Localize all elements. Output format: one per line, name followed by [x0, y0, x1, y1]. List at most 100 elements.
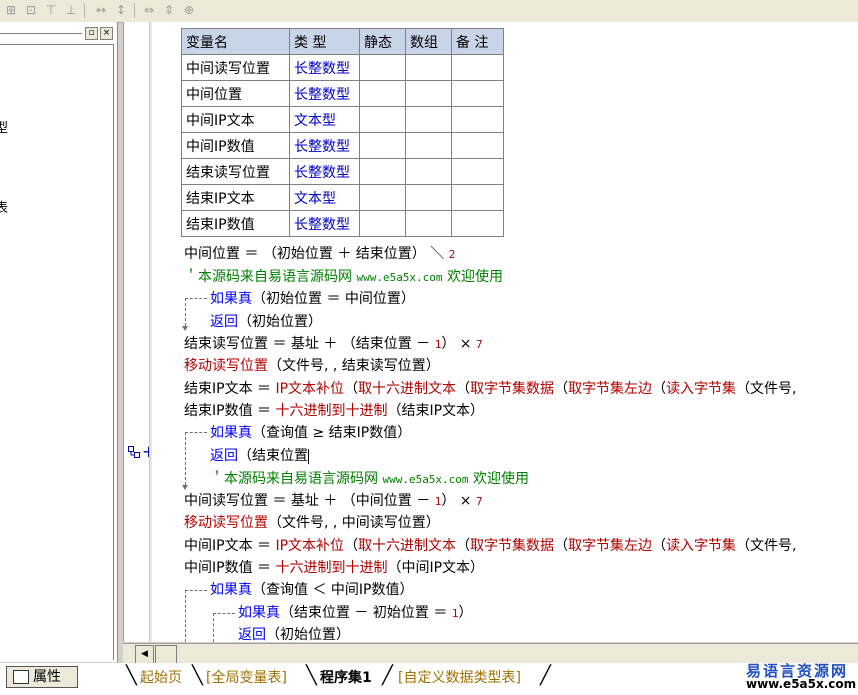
tab-global-vars[interactable]: [全局变量表] [206, 667, 287, 689]
var-static-cell[interactable] [359, 80, 406, 107]
table-row[interactable]: 中间IP数值 长整数型 [181, 132, 504, 159]
center-icon[interactable]: ⊕ [180, 2, 198, 18]
scroll-left-icon[interactable]: ◀ [135, 645, 154, 664]
var-type-cell[interactable]: 长整数型 [289, 54, 360, 81]
var-static-cell[interactable] [359, 106, 406, 133]
tab-start-page[interactable]: 起始页 [140, 667, 182, 689]
var-static-cell[interactable] [359, 210, 406, 237]
var-static-cell[interactable] [359, 54, 406, 81]
var-type-cell[interactable]: 文本型 [289, 106, 360, 133]
code-text: （ [344, 538, 359, 554]
var-remark-cell[interactable] [451, 106, 504, 133]
code-line[interactable]: 如果真（查询值 ＜ 中间IP数值） [210, 579, 413, 599]
code-text: 中间IP数值 ＝ [184, 560, 276, 576]
var-type-cell[interactable]: 长整数型 [289, 210, 360, 237]
local-variable-table[interactable]: 变量名 类 型 静态 数组 备 注 中间读写位置 长整数型 中间位置 长整数型 … [181, 28, 504, 237]
flow-line [185, 298, 207, 299]
var-array-cell[interactable] [405, 210, 452, 237]
scroll-thumb[interactable] [155, 645, 177, 664]
code-line[interactable]: 移动读写位置（文件号, , 结束读写位置） [184, 355, 440, 375]
left-panel-tree[interactable]: 型 表 [0, 44, 114, 660]
code-line[interactable]: 移动读写位置（文件号, , 中间读写位置） [184, 512, 440, 532]
var-type-cell[interactable]: 长整数型 [289, 132, 360, 159]
var-name-cell[interactable]: 结束读写位置 [181, 158, 290, 185]
header-type: 类 型 [289, 28, 360, 55]
function-name: 取十六进制文本 [358, 538, 457, 554]
var-array-cell[interactable] [405, 106, 452, 133]
properties-tab[interactable]: 属性 [6, 666, 78, 688]
code-text: （ [554, 538, 569, 554]
code-line[interactable]: 返回（初始位置） [210, 311, 322, 331]
same-height-icon[interactable]: ↕ [112, 2, 130, 18]
table-row[interactable]: 结束IP文本 文本型 [181, 184, 504, 211]
code-line-active[interactable]: 返回（结束位置 [210, 445, 309, 465]
code-line[interactable]: 中间位置 ＝ （初始位置 ＋ 结束位置） ＼ 2 [184, 243, 455, 263]
var-name-cell[interactable]: 中间读写位置 [181, 54, 290, 81]
align-top-icon[interactable]: ⊤ [42, 2, 60, 18]
comment-url: www.e5a5x.com [356, 271, 443, 284]
hspace-icon[interactable]: ⇔ [140, 2, 158, 18]
code-text: （文件号, , 中间读写位置） [268, 515, 440, 531]
restore-icon[interactable]: ▫ [85, 27, 98, 40]
close-icon[interactable]: × [100, 27, 113, 40]
var-array-cell[interactable] [405, 184, 452, 211]
table-row[interactable]: 中间位置 长整数型 [181, 80, 504, 107]
var-static-cell[interactable] [359, 132, 406, 159]
var-name-cell[interactable]: 结束IP文本 [181, 184, 290, 211]
tree-item-fragment[interactable]: 表 [0, 197, 8, 216]
breakpoint-marker-icon[interactable] [128, 446, 140, 458]
code-line[interactable]: 结束IP数值 ＝ 十六进制到十进制（结束IP文本） [184, 400, 484, 420]
var-array-cell[interactable] [405, 54, 452, 81]
var-remark-cell[interactable] [451, 80, 504, 107]
code-comment-line[interactable]: ＇本源码来自易语言源码网 www.e5a5x.com 欢迎使用 [210, 468, 529, 488]
var-array-cell[interactable] [405, 158, 452, 185]
var-remark-cell[interactable] [451, 158, 504, 185]
code-text: （初始位置 ＝ 中间位置） [252, 291, 415, 307]
var-array-cell[interactable] [405, 80, 452, 107]
var-remark-cell[interactable] [451, 132, 504, 159]
var-type-cell[interactable]: 文本型 [289, 184, 360, 211]
function-name: 移动读写位置 [184, 515, 268, 531]
left-panel-grip[interactable] [0, 33, 82, 35]
code-editor[interactable]: 变量名 类 型 静态 数组 备 注 中间读写位置 长整数型 中间位置 长整数型 … [152, 22, 858, 642]
code-line[interactable]: 中间读写位置 ＝ 基址 ＋ （中间位置 － 1） × 7 [184, 490, 483, 510]
tab-program-set-1[interactable]: 程序集1 [320, 667, 372, 689]
tab-custom-types[interactable]: [自定义数据类型表] [398, 667, 521, 689]
var-remark-cell[interactable] [451, 210, 504, 237]
tab-divider: ╱ [382, 665, 393, 686]
align-center-icon[interactable]: ⊡ [22, 2, 40, 18]
align-left-icon[interactable]: ⊞ [2, 2, 20, 18]
var-remark-cell[interactable] [451, 54, 504, 81]
code-line[interactable]: 中间IP文本 ＝ IP文本补位（取十六进制文本（取字节集数据（取字节集左边（读入… [184, 535, 797, 555]
flow-arrow-icon [182, 326, 188, 331]
code-line[interactable]: 如果真（结束位置 － 初始位置 ＝ 1） [238, 602, 472, 622]
var-type-cell[interactable]: 长整数型 [289, 158, 360, 185]
code-text: （ [652, 381, 667, 397]
code-line[interactable]: 结束IP文本 ＝ IP文本补位（取十六进制文本（取字节集数据（取字节集左边（读入… [184, 378, 797, 398]
align-bottom-icon[interactable]: ⊥ [62, 2, 80, 18]
var-name-cell[interactable]: 中间IP数值 [181, 132, 290, 159]
code-line[interactable]: 中间IP数值 ＝ 十六进制到十进制（中间IP文本） [184, 557, 484, 577]
code-line[interactable]: 如果真（查询值 ≥ 结束IP数值） [210, 422, 411, 442]
code-line[interactable]: 如果真（初始位置 ＝ 中间位置） [210, 288, 415, 308]
tree-item-fragment[interactable]: 型 [0, 117, 8, 136]
var-name-cell[interactable]: 结束IP数值 [181, 210, 290, 237]
var-static-cell[interactable] [359, 158, 406, 185]
table-row[interactable]: 结束IP数值 长整数型 [181, 210, 504, 237]
code-line[interactable]: 结束读写位置 ＝ 基址 ＋ （结束位置 － 1） × 7 [184, 333, 483, 353]
var-type-cell[interactable]: 长整数型 [289, 80, 360, 107]
var-remark-cell[interactable] [451, 184, 504, 211]
var-array-cell[interactable] [405, 132, 452, 159]
var-name-cell[interactable]: 中间IP文本 [181, 106, 290, 133]
table-row[interactable]: 中间IP文本 文本型 [181, 106, 504, 133]
var-name-cell[interactable]: 中间位置 [181, 80, 290, 107]
code-comment-line[interactable]: ＇本源码来自易语言源码网 www.e5a5x.com 欢迎使用 [184, 266, 503, 286]
table-row[interactable]: 结束读写位置 长整数型 [181, 158, 504, 185]
var-static-cell[interactable] [359, 184, 406, 211]
keyword-return: 返回 [210, 448, 238, 464]
same-width-icon[interactable]: ↔ [92, 2, 110, 18]
code-number: 7 [475, 495, 483, 508]
code-line[interactable]: 返回（初始位置） [238, 624, 350, 642]
vspace-icon[interactable]: ⇕ [160, 2, 178, 18]
table-row[interactable]: 中间读写位置 长整数型 [181, 54, 504, 81]
